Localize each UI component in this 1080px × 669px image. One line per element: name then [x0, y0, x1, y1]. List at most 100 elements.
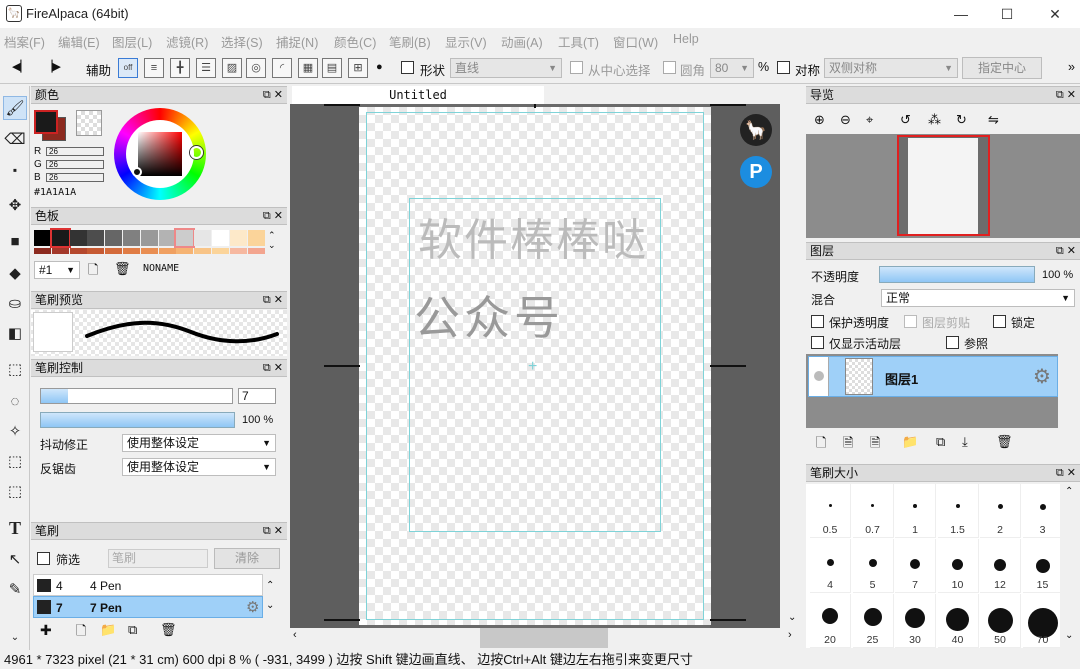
- menu-brush[interactable]: 笔刷(B): [389, 32, 431, 51]
- brush-size-cell[interactable]: 3: [1022, 484, 1064, 538]
- panel-controls[interactable]: ⧉ ✕: [1056, 465, 1076, 481]
- palette-swatch[interactable]: [51, 248, 69, 254]
- palette-swatch[interactable]: [229, 248, 247, 254]
- protect-alpha-checkbox[interactable]: [811, 315, 824, 328]
- brush-size-cell[interactable]: 10: [937, 539, 979, 593]
- minimize-button[interactable]: —: [938, 0, 984, 28]
- round-corner-checkbox[interactable]: [663, 61, 676, 74]
- brush-size-cell[interactable]: 20: [810, 594, 851, 648]
- round-corner-input[interactable]: 80 ▼: [710, 58, 754, 78]
- rotate-left-icon[interactable]: ↺: [900, 112, 911, 128]
- gradient-tool-icon[interactable]: ◧: [3, 322, 27, 346]
- document-tab[interactable]: Untitled: [292, 86, 544, 104]
- brush-size-cell[interactable]: 7: [895, 539, 936, 593]
- palette-swatch[interactable]: [34, 248, 51, 254]
- brush-size-slider[interactable]: [40, 388, 233, 404]
- lasso-tool-icon[interactable]: ◌: [3, 390, 27, 414]
- palette-swatch[interactable]: [140, 248, 158, 254]
- zoom-out-icon[interactable]: ⊖: [840, 112, 851, 128]
- color-picker-handle[interactable]: [132, 167, 142, 177]
- brush-opacity-slider[interactable]: [40, 412, 235, 428]
- menu-view[interactable]: 显示(V): [445, 32, 487, 51]
- new-1bit-layer-icon[interactable]: 🗎: [870, 434, 880, 456]
- eyedropper-tool-icon[interactable]: ✎: [3, 578, 27, 602]
- brush-tool-icon[interactable]: 🖌: [3, 96, 27, 120]
- set-center-button[interactable]: 指定中心: [962, 57, 1042, 79]
- brush-list-scroll-icon[interactable]: ⌃ ⌄: [266, 576, 274, 616]
- gear-icon[interactable]: ⚙: [1033, 364, 1051, 389]
- snap-off-button[interactable]: off: [118, 58, 138, 78]
- menu-color[interactable]: 颜色(C): [334, 32, 376, 51]
- eraser-tool-icon[interactable]: ⌫: [3, 128, 27, 152]
- shape-select[interactable]: 直线 ▼: [450, 58, 562, 78]
- shape-checkbox[interactable]: [401, 61, 414, 74]
- from-center-checkbox[interactable]: [570, 61, 583, 74]
- b-value[interactable]: 26: [46, 173, 104, 182]
- bucket-tool-icon[interactable]: ⛀: [3, 292, 27, 316]
- grid-icon[interactable]: ▦: [298, 58, 318, 78]
- transparent-color-swatch[interactable]: [76, 110, 102, 136]
- menu-tools[interactable]: 工具(T): [558, 32, 599, 51]
- brush-size-cell[interactable]: 5: [852, 539, 894, 593]
- chevron-down-icon[interactable]: ⌄: [788, 612, 796, 623]
- layer-list-scrollbar[interactable]: [1058, 354, 1080, 428]
- palette-swatch[interactable]: [87, 230, 105, 246]
- select-eraser-tool-icon[interactable]: ⬚: [3, 480, 27, 504]
- menu-snap[interactable]: 捕捉(N): [276, 32, 318, 51]
- menu-select[interactable]: 选择(S): [221, 32, 263, 51]
- snap-diagonal-icon[interactable]: ▨: [222, 58, 242, 78]
- chevron-right-icon[interactable]: ›: [788, 629, 792, 641]
- panel-controls[interactable]: ⧉ ✕: [263, 523, 283, 539]
- stabilizer-select[interactable]: 使用整体设定 ▼: [122, 434, 276, 452]
- palette-swatch[interactable]: [34, 230, 51, 246]
- palette-swatch[interactable]: [194, 230, 212, 246]
- merge-down-icon[interactable]: ⤓: [962, 434, 968, 450]
- palette-swatch[interactable]: [176, 248, 194, 254]
- brush-filter-checkbox[interactable]: [37, 552, 50, 565]
- brush-filter-input[interactable]: 笔刷: [108, 549, 208, 568]
- close-button[interactable]: ✕: [1032, 0, 1078, 28]
- palette-swatch[interactable]: [247, 230, 265, 246]
- folder-icon[interactable]: 📁: [902, 434, 918, 450]
- fill-lasso-tool-icon[interactable]: ◆: [3, 262, 27, 286]
- snap-curve-icon[interactable]: ◜: [272, 58, 292, 78]
- horizontal-scrollbar[interactable]: ‹ ›: [290, 628, 804, 648]
- layer-visibility-toggle[interactable]: [809, 357, 829, 396]
- chevron-up-icon[interactable]: ⌃: [1065, 486, 1073, 497]
- trash-icon[interactable]: 🗑: [160, 622, 177, 638]
- menu-help[interactable]: Help: [673, 32, 699, 46]
- horizontal-scroll-thumb[interactable]: [480, 628, 608, 648]
- brush-size-input[interactable]: 7: [238, 388, 276, 404]
- panel-controls[interactable]: ⧉ ✕: [263, 292, 283, 308]
- alpaca-avatar-icon[interactable]: 🦙: [740, 114, 772, 146]
- palette-swatch[interactable]: [69, 230, 87, 246]
- palette-swatch[interactable]: [69, 248, 87, 254]
- palette-swatch[interactable]: [212, 230, 229, 246]
- fill-rect-tool-icon[interactable]: ■: [3, 230, 27, 254]
- magic-wand-tool-icon[interactable]: ✧: [3, 420, 27, 444]
- clipping-checkbox[interactable]: [904, 315, 917, 328]
- palette-swatch[interactable]: [49, 228, 71, 248]
- symmetry-checkbox[interactable]: [777, 61, 790, 74]
- operation-tool-icon[interactable]: ↖: [3, 548, 27, 572]
- menu-layer[interactable]: 图层(L): [112, 32, 152, 51]
- maximize-button[interactable]: ☐: [984, 0, 1030, 28]
- pixiv-icon[interactable]: P: [740, 156, 772, 188]
- layer-name[interactable]: 图层1: [885, 369, 918, 388]
- symmetry-select[interactable]: 双侧对称 ▼: [824, 58, 958, 78]
- brush-size-cell[interactable]: 15: [1022, 539, 1064, 593]
- dot-tool-icon[interactable]: ▪: [3, 158, 27, 182]
- palette-swatch[interactable]: [158, 230, 176, 246]
- brush-size-cell[interactable]: 50: [980, 594, 1021, 648]
- nav-back-icon[interactable]: ◀▏: [12, 60, 29, 73]
- brush-size-cell[interactable]: 70: [1022, 594, 1064, 648]
- trash-icon[interactable]: 🗑: [996, 434, 1013, 450]
- brush-size-cell[interactable]: 40: [937, 594, 979, 648]
- panel-controls[interactable]: ⧉ ✕: [263, 360, 283, 376]
- text-tool-icon[interactable]: T: [3, 516, 27, 540]
- palette-swatch[interactable]: [158, 248, 176, 254]
- brush-size-cell[interactable]: 1: [895, 484, 936, 538]
- palette-scroll-icon[interactable]: ⌃ ⌄: [268, 230, 276, 250]
- panel-controls[interactable]: ⧉ ✕: [263, 208, 283, 224]
- menu-file[interactable]: 档案(F): [4, 32, 45, 51]
